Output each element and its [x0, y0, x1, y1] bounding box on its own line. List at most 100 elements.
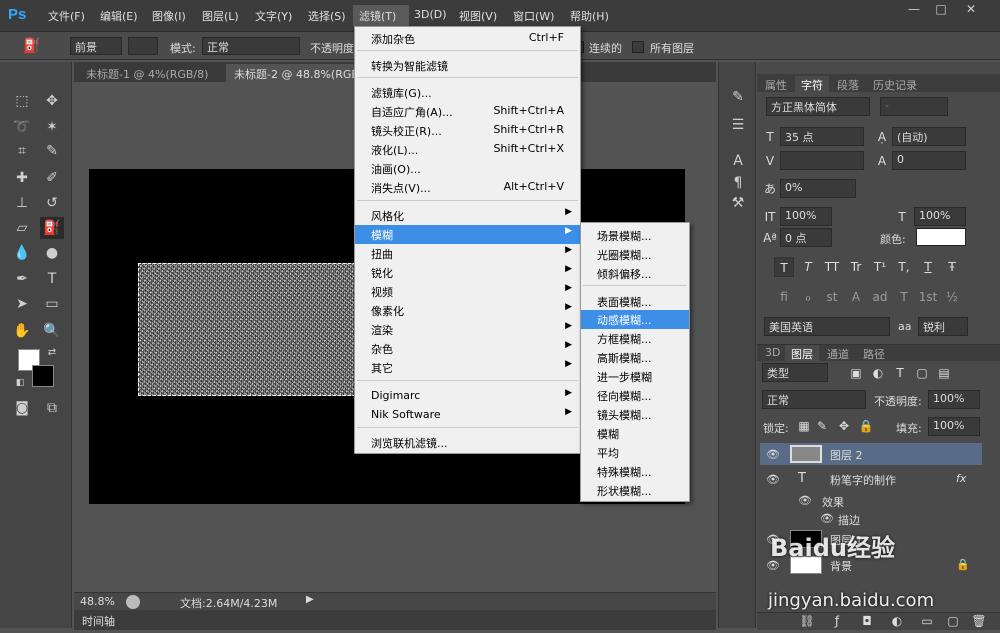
clone-source-icon[interactable]: ☰	[726, 114, 750, 136]
filter-video[interactable]: 视频 ▶	[355, 282, 580, 301]
blur-field[interactable]: 场景模糊...	[581, 226, 689, 245]
filter-oil-paint[interactable]: 油画(O)...	[355, 159, 580, 178]
blur-tilt-shift[interactable]: 倾斜偏移...	[581, 264, 689, 283]
filter-distort[interactable]: 扭曲 ▶	[355, 244, 580, 263]
filter-pixelate[interactable]: 像素化 ▶	[355, 301, 580, 320]
filter-stylize[interactable]: 风格化 ▶	[355, 206, 580, 225]
blur-gaussian[interactable]: 高斯模糊...	[581, 348, 689, 367]
effect-eye-icon[interactable]: 👁	[798, 494, 812, 507]
zoom-icon[interactable]: 🔍	[40, 320, 64, 342]
blur-iris[interactable]: 光圈模糊...	[581, 245, 689, 264]
history-brush-icon[interactable]: ↺	[40, 192, 64, 214]
filter-sharpen[interactable]: 锐化 ▶	[355, 263, 580, 282]
fx-icon[interactable]: fx	[956, 472, 966, 485]
add-mask-icon[interactable]: ◘	[857, 611, 877, 631]
font-style-select[interactable]: -	[880, 97, 948, 116]
background-color-swatch[interactable]	[32, 365, 54, 387]
filter-shape-icon[interactable]: ▢	[912, 363, 932, 383]
fractions-button[interactable]: ½	[942, 287, 962, 307]
fill-input[interactable]: 100%	[928, 417, 980, 436]
blur-box[interactable]: 方框模糊...	[581, 329, 689, 348]
paragraph-icon[interactable]: ¶	[726, 172, 750, 194]
lock-pixels-icon[interactable]: ✎	[812, 416, 832, 436]
hand-icon[interactable]: ✋	[10, 320, 34, 342]
blend-mode-select[interactable]: 正常	[762, 390, 866, 409]
layer-row-layer2[interactable]: 👁 图层 2	[760, 443, 982, 465]
kerning-input[interactable]	[780, 151, 864, 170]
status-menu-arrow-icon[interactable]: ▶	[306, 594, 314, 605]
tab-character[interactable]: 字符	[795, 76, 829, 92]
tab-3d[interactable]: 3D	[759, 345, 786, 361]
layer-opacity-input[interactable]: 100%	[928, 390, 980, 409]
trash-icon[interactable]: 🗑	[969, 611, 989, 631]
menu-view[interactable]: 视图(V)	[459, 8, 497, 24]
blur-motion[interactable]: 动感模糊...	[581, 310, 689, 329]
doc-tab-1[interactable]: 未标题-1 @ 4%(RGB/8)	[78, 64, 216, 82]
filter-lens-correction[interactable]: 镜头校正(R)... Shift+Ctrl+R	[355, 121, 580, 140]
character-icon[interactable]: A	[726, 150, 750, 172]
stroke-effect-row[interactable]: 👁 描边	[760, 508, 982, 530]
new-layer-icon[interactable]: ▢	[943, 611, 963, 631]
antialias-select[interactable]: 锐利	[918, 317, 968, 336]
menu-3d[interactable]: 3D(D)	[414, 8, 447, 21]
blur-lens[interactable]: 镜头模糊...	[581, 405, 689, 424]
default-colors-icon[interactable]: ◧	[8, 372, 32, 394]
lock-position-icon[interactable]: ✥	[834, 416, 854, 436]
status-icon[interactable]	[126, 595, 140, 609]
menu-window[interactable]: 窗口(W)	[513, 8, 554, 24]
font-family-select[interactable]: 方正黑体简体	[766, 97, 870, 116]
blur-shape[interactable]: 形状模糊...	[581, 481, 689, 500]
filter-type-icon[interactable]: T	[890, 363, 910, 383]
paint-bucket-icon[interactable]: ⛽	[20, 35, 44, 57]
menu-select[interactable]: 选择(S)	[308, 8, 346, 24]
add-style-icon[interactable]: ƒ	[827, 611, 847, 631]
stroke-eye-icon[interactable]: 👁	[820, 512, 834, 525]
subscript-button[interactable]: T,	[894, 257, 914, 277]
font-size-input[interactable]: 35 点	[780, 127, 864, 146]
blur-surface[interactable]: 表面模糊...	[581, 292, 689, 311]
new-group-icon[interactable]: ▭	[917, 611, 937, 631]
blur-simple[interactable]: 模糊	[581, 424, 689, 443]
blur-smart[interactable]: 特殊模糊...	[581, 462, 689, 481]
rectangle-icon[interactable]: ▭	[40, 293, 64, 315]
type-tool-icon[interactable]: T	[40, 268, 64, 290]
visibility-eye-icon[interactable]: 👁	[766, 473, 780, 486]
brush-preset-icon[interactable]: ✎	[726, 86, 750, 108]
tab-channels[interactable]: 通道	[821, 345, 855, 361]
lock-transparent-icon[interactable]: ▦	[794, 416, 814, 436]
move-icon[interactable]: ✥	[40, 90, 64, 112]
eraser-icon[interactable]: ▱	[10, 217, 34, 239]
faux-italic-button[interactable]: T	[798, 257, 818, 277]
stylistic-alt-button[interactable]: ad	[870, 287, 890, 307]
lock-all-icon[interactable]: 🔒	[856, 416, 876, 436]
tool-presets-icon[interactable]: ⚒	[726, 192, 750, 214]
healing-brush-icon[interactable]: ✚	[10, 167, 34, 189]
menu-image[interactable]: 图像(I)	[152, 8, 186, 24]
zoom-level[interactable]: 48.8%	[80, 595, 115, 608]
path-select-icon[interactable]: ➤	[10, 293, 34, 315]
dodge-icon[interactable]: ●	[40, 242, 64, 264]
tsume-input[interactable]: 0%	[780, 179, 856, 198]
tab-properties[interactable]: 属性	[759, 76, 793, 92]
tracking-input[interactable]: 0	[892, 151, 966, 170]
filter-smart-icon[interactable]: ▤	[934, 363, 954, 383]
mode-select[interactable]: 正常	[202, 37, 300, 55]
small-caps-button[interactable]: Tr	[846, 257, 866, 277]
filter-browse-online[interactable]: 浏览联机滤镜...	[355, 433, 580, 452]
vertical-scale-input[interactable]: 100%	[780, 207, 832, 226]
fill-source-select[interactable]: 前景	[70, 37, 122, 55]
adjustment-layer-icon[interactable]: ◐	[887, 611, 907, 631]
pattern-picker[interactable]	[128, 37, 158, 55]
swap-colors-icon[interactable]: ⇄	[40, 342, 64, 364]
text-color-swatch[interactable]	[916, 228, 966, 246]
tab-history[interactable]: 历史记录	[867, 76, 923, 92]
crop-icon[interactable]: ⌗	[10, 140, 34, 162]
filter-other[interactable]: 其它 ▶	[355, 358, 580, 377]
filter-adaptive-wide-angle[interactable]: 自适应广角(A)... Shift+Ctrl+A	[355, 102, 580, 121]
blur-radial[interactable]: 径向模糊...	[581, 386, 689, 405]
ligature-button[interactable]: fi	[774, 287, 794, 307]
filter-convert-smart[interactable]: 转换为智能滤镜	[355, 56, 580, 75]
menu-type[interactable]: 文字(Y)	[255, 8, 292, 24]
noise-selection[interactable]	[138, 263, 356, 396]
filter-gallery[interactable]: 滤镜库(G)...	[355, 83, 580, 102]
